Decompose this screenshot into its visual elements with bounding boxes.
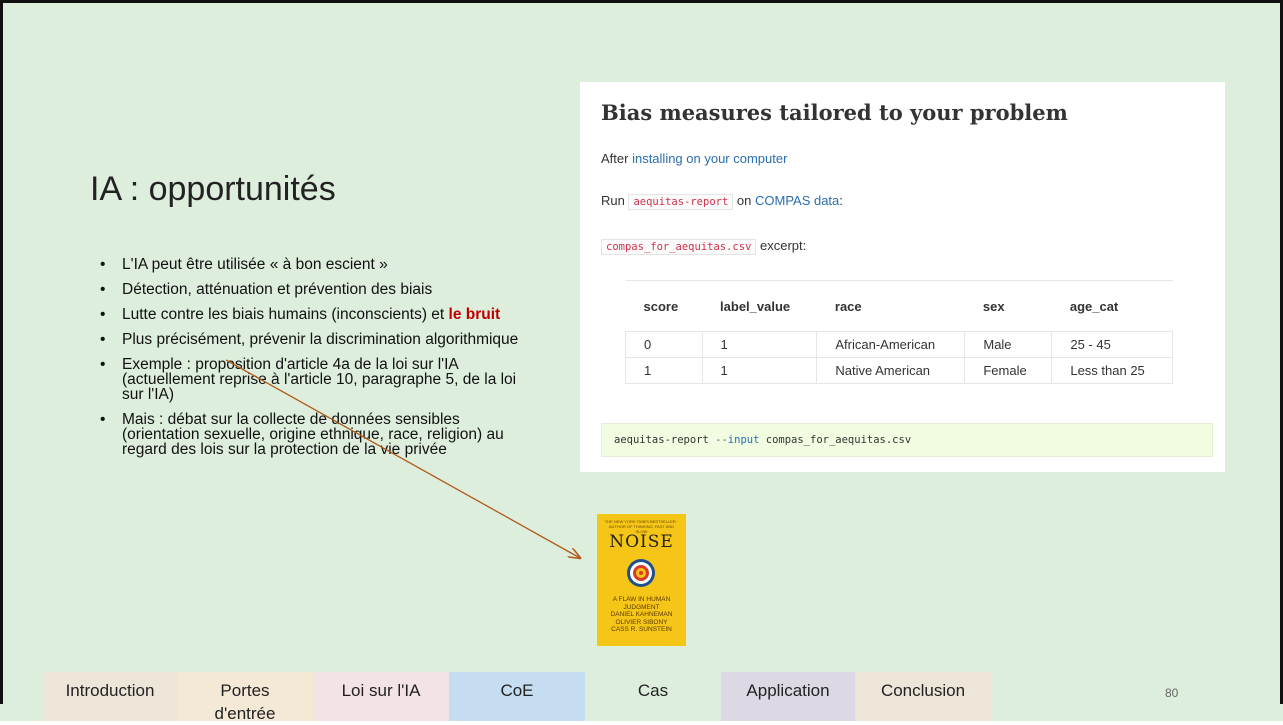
page-number: 80 [1165, 686, 1179, 700]
tab-introduction[interactable]: Introduction [43, 672, 177, 721]
slide: IA : opportunités • L'IA peut être utilis… [0, 0, 1283, 723]
tab-application[interactable]: Application [721, 672, 855, 721]
tab-coe[interactable]: CoE [449, 672, 585, 721]
tab-conclusion[interactable]: Conclusion [855, 672, 991, 721]
tab-portes-entree[interactable]: Portes d'entrée [177, 672, 313, 723]
tab-cas[interactable]: Cas [585, 672, 721, 721]
tab-loi-sur-ia[interactable]: Loi sur l'IA [313, 672, 449, 721]
arrow-to-book-icon [225, 359, 1283, 721]
